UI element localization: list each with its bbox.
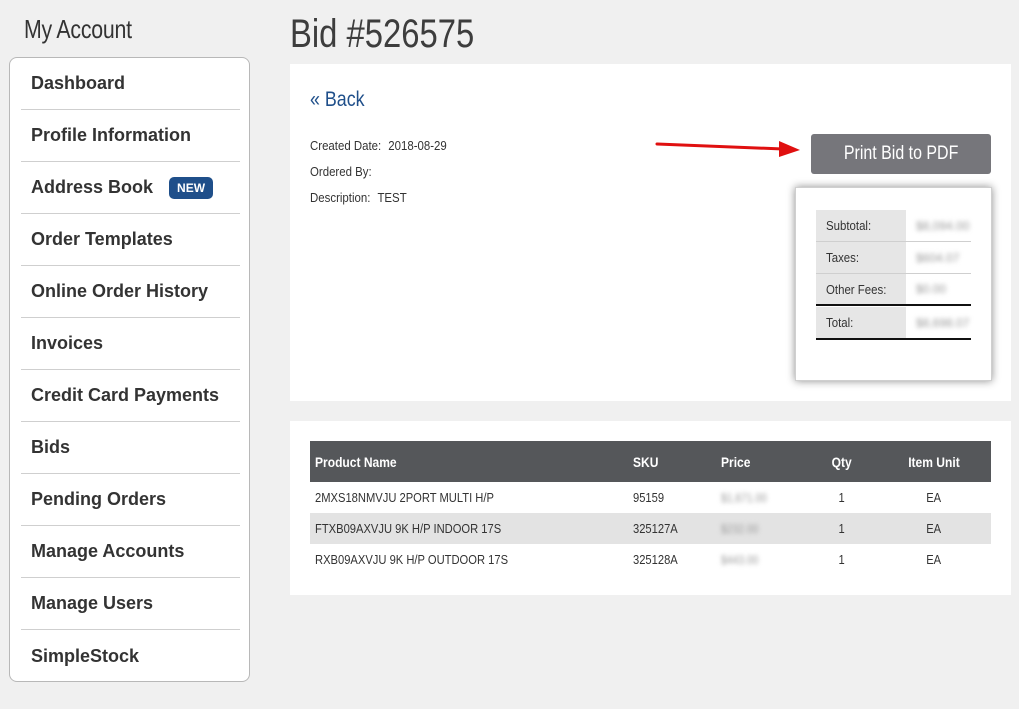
sidebar-item-label: Pending Orders [31, 489, 167, 509]
column-header-sku[interactable]: SKU [633, 441, 663, 482]
qty-cell: 1 [838, 552, 846, 567]
sidebar-item-credit-card-payments[interactable]: Credit Card Payments [21, 370, 240, 422]
price-cell: $1,671.00 [721, 490, 767, 505]
item-unit-cell: EA [926, 521, 942, 536]
product-name-cell: 2MXS18NMVJU 2PORT MULTI H/P [315, 490, 494, 505]
qty-cell: 1 [838, 521, 846, 536]
sku-cell: 325127A [633, 521, 678, 536]
sidebar-item-dashboard[interactable]: Dashboard [21, 58, 240, 110]
sidebar-item-label: Credit Card Payments [31, 385, 220, 405]
other-fees-row: Other Fees: $0.00 [816, 274, 971, 306]
price-cell: $232.00 [721, 521, 759, 536]
other-fees-label: Other Fees: [826, 281, 887, 297]
ordered-by: Ordered By: [310, 164, 379, 179]
column-header-product-name[interactable]: Product Name [315, 441, 410, 482]
sidebar-item-label: Order Templates [31, 229, 173, 249]
sidebar-item-label: SimpleStock [31, 645, 140, 666]
price-cell: $443.00 [721, 552, 759, 567]
sidebar-item-label: Invoices [31, 333, 104, 353]
qty-cell: 1 [838, 490, 846, 505]
column-header-price[interactable]: Price [721, 441, 755, 482]
sidebar-item-invoices[interactable]: Invoices [21, 318, 240, 370]
sidebar-item-order-templates[interactable]: Order Templates [21, 214, 240, 266]
sidebar-item-label: Bids [31, 437, 71, 457]
item-unit-cell: EA [926, 552, 942, 567]
sidebar-item-label: Manage Accounts [31, 541, 185, 561]
description: Description: TEST [310, 190, 407, 205]
created-date: Created Date: 2018-08-29 [310, 138, 447, 153]
column-header-qty[interactable]: Qty [812, 441, 872, 482]
other-fees-value: $0.00 [916, 282, 947, 296]
back-link[interactable]: « Back [310, 88, 365, 112]
sku-cell: 95159 [633, 490, 665, 505]
taxes-row: Taxes: $604.07 [816, 242, 971, 274]
totals-summary: Subtotal: $8,094.00 Taxes: $604.07 Other… [795, 187, 992, 381]
sidebar-item-label: Manage Users [31, 593, 154, 613]
table-row: 2MXS18NMVJU 2PORT MULTI H/P 95159 $1,671… [310, 482, 991, 513]
sidebar-item-manage-accounts[interactable]: Manage Accounts [21, 526, 240, 578]
sidebar-item-simplestock[interactable]: SimpleStock [21, 630, 240, 682]
created-date-label: Created Date: [310, 138, 382, 153]
taxes-label: Taxes: [826, 250, 860, 265]
sidebar-item-label: Profile Information [31, 125, 192, 145]
sidebar-item-pending-orders[interactable]: Pending Orders [21, 474, 240, 526]
table-row: RXB09AXVJU 9K H/P OUTDOOR 17S 325128A $4… [310, 544, 991, 575]
created-date-value: 2018-08-29 [388, 138, 447, 153]
total-value: $8,698.07 [916, 315, 970, 330]
print-bid-to-pdf-button[interactable]: Print Bid to PDF [811, 134, 991, 174]
red-arrow-annotation-icon [655, 141, 800, 157]
taxes-value: $604.07 [916, 250, 960, 265]
product-name-cell: RXB09AXVJU 9K H/P OUTDOOR 17S [315, 552, 509, 567]
table-header: Product Name SKU Price Qty Item Unit [310, 441, 991, 482]
sku-cell: 325128A [633, 552, 678, 567]
description-value: TEST [377, 190, 407, 205]
sidebar-item-label: Dashboard [31, 73, 126, 93]
sidebar-item-manage-users[interactable]: Manage Users [21, 578, 240, 630]
table-row: FTXB09AXVJU 9K H/P INDOOR 17S 325127A $2… [310, 513, 991, 544]
total-row: Total: $8,698.07 [816, 307, 971, 340]
sidebar-item-label: Online Order History [31, 281, 209, 301]
new-badge: NEW [169, 176, 214, 199]
subtotal-value: $8,094.00 [916, 218, 970, 233]
description-label: Description: [310, 190, 371, 205]
sidebar-item-online-order-history[interactable]: Online Order History [21, 266, 240, 318]
page-title: Bid #526575 [290, 12, 475, 56]
line-items-panel: Product Name SKU Price Qty Item Unit 2MX… [290, 421, 1011, 595]
sidebar-title: My Account [24, 14, 132, 44]
account-sidebar: Dashboard Profile Information Address Bo… [9, 57, 250, 682]
total-label: Total: [826, 315, 854, 330]
subtotal-row: Subtotal: $8,094.00 [816, 210, 971, 242]
sidebar-item-address-book[interactable]: Address Book NEW [21, 162, 240, 214]
sidebar-item-bids[interactable]: Bids [21, 422, 240, 474]
sidebar-item-label: Address Book [31, 177, 154, 197]
ordered-by-label: Ordered By: [310, 164, 372, 179]
item-unit-cell: EA [926, 490, 942, 505]
sidebar-item-profile-information[interactable]: Profile Information [21, 110, 240, 162]
subtotal-label: Subtotal: [826, 218, 872, 233]
column-header-item-unit[interactable]: Item Unit [894, 441, 974, 482]
bid-info-panel: « Back Created Date: 2018-08-29 Ordered B… [290, 64, 1011, 401]
product-name-cell: FTXB09AXVJU 9K H/P INDOOR 17S [315, 521, 502, 536]
